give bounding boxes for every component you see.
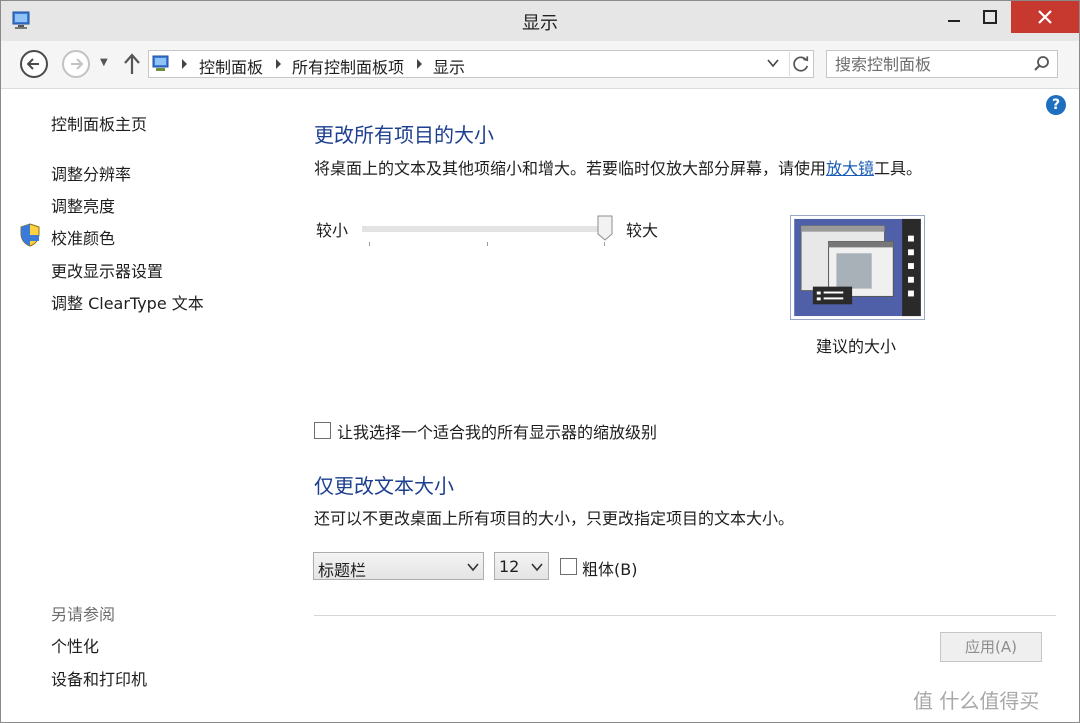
up-arrow-icon[interactable] — [121, 52, 143, 76]
size-slider-thumb[interactable] — [597, 215, 613, 241]
address-dropdown[interactable] — [767, 57, 779, 72]
back-button[interactable] — [20, 50, 48, 78]
size-preview-image — [790, 215, 925, 320]
window-title: 显示 — [522, 13, 558, 34]
maximize-button[interactable] — [967, 1, 1013, 33]
recent-locations-dropdown[interactable]: ▼ — [100, 57, 108, 68]
item-select-value: 标题栏 — [318, 561, 367, 580]
slider-max-label: 较大 — [626, 221, 659, 240]
search-icon[interactable] — [1033, 55, 1051, 73]
slider-tick — [604, 242, 605, 246]
divider — [314, 615, 1056, 616]
apply-button[interactable]: 应用(A) — [940, 632, 1042, 662]
bold-label[interactable]: 粗体(B) — [582, 556, 637, 580]
description-text: 将桌面上的文本及其他项缩小和增大。若要临时仅放大部分屏幕，请使用 — [314, 159, 827, 178]
sidebar-item-adjust-brightness[interactable]: 调整亮度 — [51, 193, 115, 217]
sidebar-item-adjust-resolution[interactable]: 调整分辨率 — [51, 161, 131, 185]
arrow-right-icon — [71, 58, 83, 70]
sidebar: 控制面板主页 调整分辨率 调整亮度 校准颜色 更改显示器设置 调整 ClearT… — [1, 90, 301, 720]
close-button[interactable] — [1011, 1, 1079, 33]
section-description: 将桌面上的文本及其他项缩小和增大。若要临时仅放大部分屏幕，请使用放大镜工具。 — [314, 155, 922, 179]
control-panel-icon — [152, 55, 169, 71]
display-window: 显示 ▼ 控制面板 所有控制面板项 显示 搜索控制面板 控制面板主页 调整分辨率… — [0, 0, 1080, 723]
help-icon[interactable]: ? — [1046, 95, 1066, 115]
magnifier-link[interactable]: 放大镜 — [826, 159, 874, 178]
title-bar: 显示 — [1, 1, 1079, 41]
navigation-bar: ▼ 控制面板 所有控制面板项 显示 — [1, 41, 1079, 89]
breadcrumb-control-panel[interactable]: 控制面板 — [199, 54, 263, 78]
breadcrumb-all-items[interactable]: 所有控制面板项 — [292, 54, 404, 78]
breadcrumb-separator — [417, 59, 422, 69]
font-size-select[interactable]: 12 — [494, 552, 549, 580]
bold-checkbox[interactable] — [560, 558, 577, 575]
address-bar[interactable]: 控制面板 所有控制面板项 显示 — [148, 50, 814, 78]
search-input[interactable] — [835, 54, 1025, 74]
text-only-description: 还可以不更改桌面上所有项目的大小，只更改指定项目的文本大小。 — [314, 509, 795, 528]
see-also-heading: 另请参阅 — [51, 605, 116, 624]
item-select[interactable]: 标题栏 — [313, 552, 484, 580]
custom-scale-label[interactable]: 让我选择一个适合我的所有显示器的缩放级别 — [337, 419, 657, 443]
description-text-end: 工具。 — [874, 159, 923, 178]
maximize-icon — [983, 10, 997, 24]
search-box[interactable] — [826, 50, 1058, 78]
close-icon — [1038, 10, 1052, 24]
forward-button[interactable] — [62, 50, 90, 78]
preview-caption: 建议的大小 — [816, 337, 897, 356]
font-size-value: 12 — [499, 557, 520, 576]
breadcrumb-separator — [182, 59, 187, 69]
section-heading-text-only: 仅更改文本大小 — [314, 474, 454, 498]
see-also-devices-printers[interactable]: 设备和打印机 — [51, 666, 147, 690]
arrow-left-icon — [27, 58, 39, 70]
chevron-down-icon — [531, 563, 543, 572]
see-also-personalization[interactable]: 个性化 — [51, 633, 99, 657]
chevron-down-icon — [767, 59, 779, 68]
custom-scale-checkbox[interactable] — [314, 422, 331, 439]
chevron-down-icon — [467, 563, 479, 572]
slider-tick — [369, 242, 370, 246]
section-heading-all-items: 更改所有项目的大小 — [314, 123, 494, 147]
sidebar-item-display-settings[interactable]: 更改显示器设置 — [51, 258, 163, 282]
shield-icon — [20, 223, 40, 247]
breadcrumb-separator — [276, 59, 281, 69]
minimize-icon — [948, 20, 960, 22]
size-slider-track[interactable] — [362, 226, 607, 232]
watermark: 值 什么值得买 — [913, 689, 1040, 713]
sidebar-home-link[interactable]: 控制面板主页 — [51, 111, 147, 135]
sidebar-item-calibrate-color[interactable]: 校准颜色 — [51, 225, 115, 249]
slider-tick — [487, 242, 488, 246]
refresh-icon[interactable] — [789, 52, 813, 76]
sidebar-item-cleartype[interactable]: 调整 ClearType 文本 — [51, 290, 204, 314]
slider-min-label: 较小 — [316, 221, 349, 240]
breadcrumb-display[interactable]: 显示 — [433, 54, 465, 78]
